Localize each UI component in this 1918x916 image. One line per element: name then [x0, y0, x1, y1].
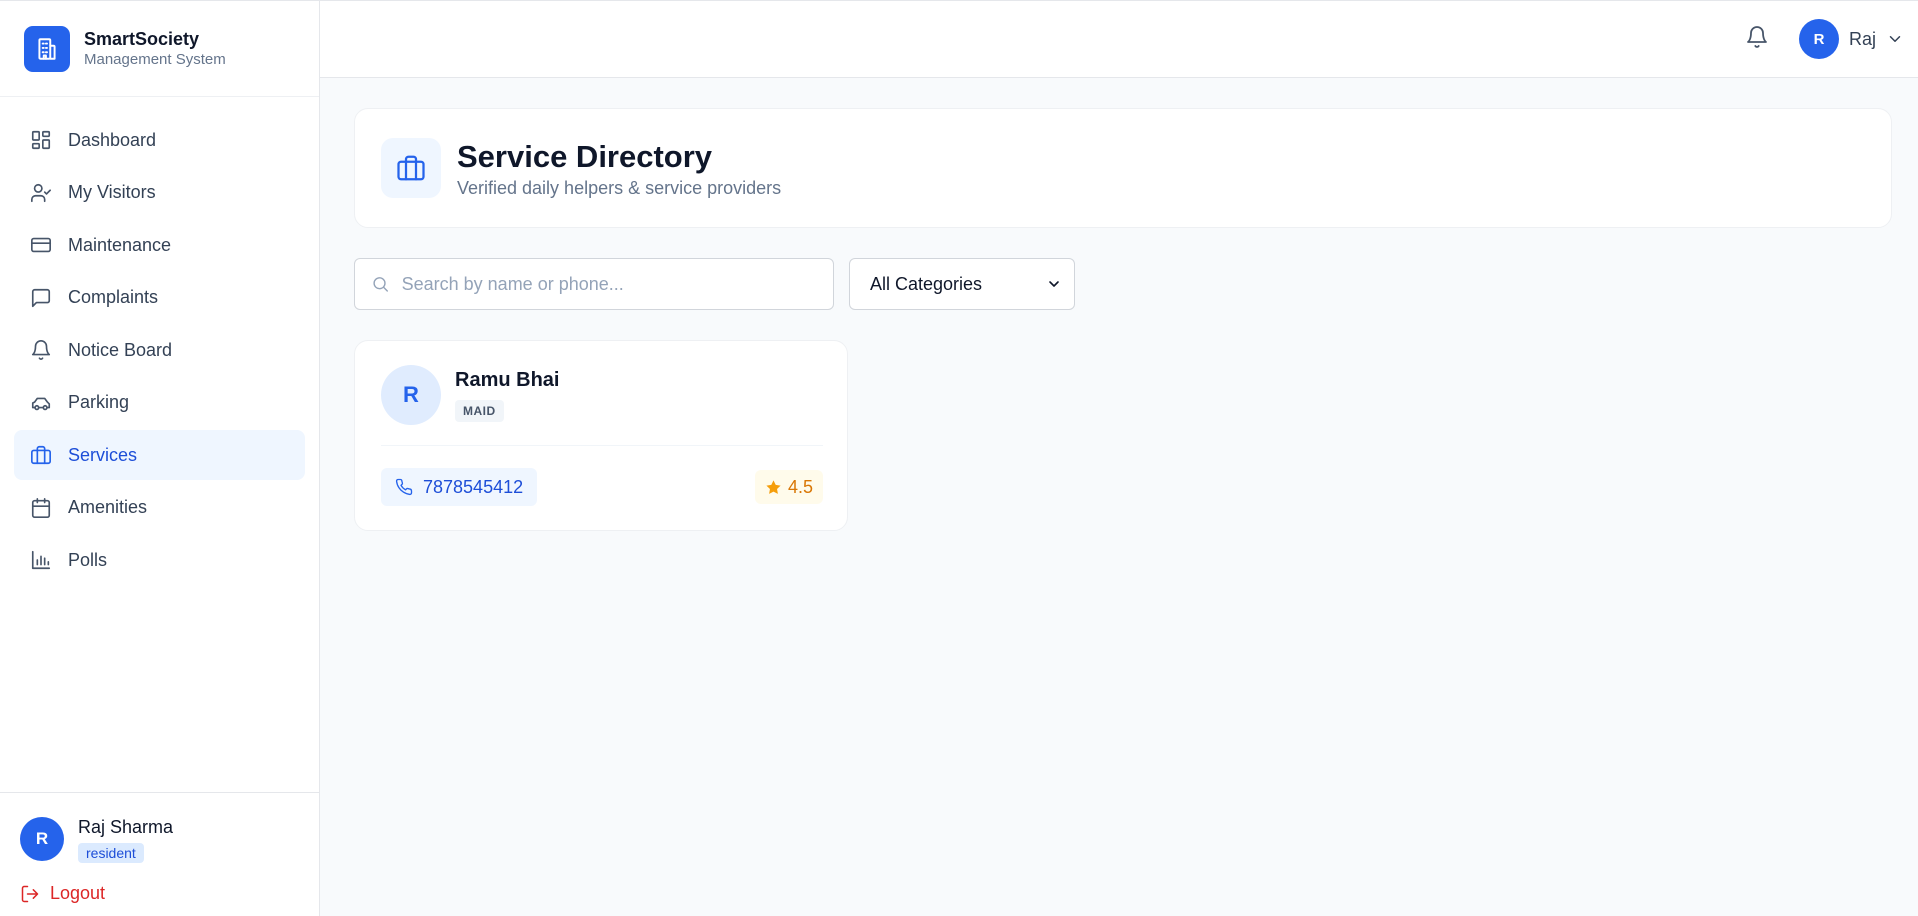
bar-chart-icon — [31, 550, 51, 570]
car-icon — [31, 397, 51, 410]
briefcase-icon — [381, 138, 441, 198]
notifications-button[interactable] — [1745, 25, 1769, 54]
chevron-down-icon — [1049, 281, 1059, 287]
grid-icon — [31, 130, 51, 150]
phone-number: 7878545412 — [423, 476, 524, 497]
service-name: Ramu Bhai — [455, 368, 560, 391]
filters: All Categories — [354, 258, 1892, 310]
sidebar-item-polls[interactable]: Polls — [14, 535, 305, 585]
search-box — [354, 258, 834, 310]
credit-card-icon — [31, 237, 51, 253]
page-title: Service Directory — [457, 138, 713, 174]
category-select[interactable]: All Categories — [849, 258, 1075, 310]
sidebar-footer: R Raj Sharma resident Logout — [0, 792, 319, 916]
sidebar-item-label: Notice Board — [68, 339, 173, 360]
sidebar-item-label: Polls — [68, 549, 108, 570]
avatar: R — [1798, 19, 1839, 59]
app-root: SmartSociety Management System Dashboard… — [0, 0, 1918, 916]
sidebar-item-maintenance[interactable]: Maintenance — [14, 220, 305, 270]
sidebar-item-label: Parking — [68, 392, 130, 412]
sidebar-user: R Raj Sharma resident — [20, 815, 299, 863]
sidebar-nav: Dashboard My Visitors Maintenance Compla… — [0, 97, 319, 792]
service-card: R Ramu Bhai MAID 7878545412 4.5 — [354, 340, 848, 531]
star-icon — [766, 479, 781, 494]
user-menu-name: Raj — [1848, 28, 1876, 49]
logout-label: Logout — [50, 883, 106, 903]
brand-name: SmartSociety — [84, 28, 200, 49]
bell-icon — [1747, 25, 1767, 48]
bell-icon — [31, 340, 51, 360]
service-list: R Ramu Bhai MAID 7878545412 4.5 — [354, 340, 1892, 531]
phone-icon — [395, 478, 413, 496]
main: R Raj Service Directory Verified daily h… — [320, 1, 1918, 916]
sidebar-item-label: Complaints — [68, 287, 159, 307]
sidebar-item-parking[interactable]: Parking — [14, 378, 305, 428]
search-icon — [373, 277, 388, 292]
sidebar-item-label: Maintenance — [68, 234, 172, 255]
sidebar-item-amenities[interactable]: Amenities — [14, 483, 305, 533]
brand-tagline: Management System — [84, 50, 226, 68]
sidebar-item-label: Amenities — [68, 497, 148, 517]
sidebar-item-my-visitors[interactable]: My Visitors — [14, 168, 305, 218]
service-avatar: R — [381, 365, 441, 425]
page-subtitle: Verified daily helpers & service provide… — [457, 177, 782, 198]
brand: SmartSociety Management System — [0, 1, 319, 97]
sidebar-item-complaints[interactable]: Complaints — [14, 273, 305, 323]
category-select-value: All Categories — [870, 273, 983, 294]
call-button[interactable]: 7878545412 — [381, 468, 538, 506]
logout-button[interactable]: Logout — [20, 883, 299, 904]
rating-value: 4.5 — [787, 476, 813, 497]
sidebar-item-dashboard[interactable]: Dashboard — [14, 115, 305, 165]
role-badge: resident — [78, 843, 144, 863]
rating-badge: 4.5 — [754, 470, 823, 504]
page-header: Service Directory Verified daily helpers… — [354, 108, 1892, 228]
user-menu-button[interactable]: R Raj — [1798, 19, 1904, 59]
page-content: Service Directory Verified daily helpers… — [320, 78, 1918, 531]
briefcase-icon — [31, 445, 51, 465]
topbar: R Raj — [320, 1, 1918, 78]
sidebar-item-label: Dashboard — [68, 129, 157, 150]
sidebar-item-services[interactable]: Services — [14, 430, 305, 480]
sidebar: SmartSociety Management System Dashboard… — [0, 1, 320, 916]
user-name: Raj Sharma — [78, 817, 174, 837]
user-check-icon — [31, 183, 51, 202]
calendar-icon — [31, 497, 51, 518]
category-badge: MAID — [455, 399, 504, 422]
avatar: R — [20, 817, 64, 861]
sidebar-item-label: Services — [68, 444, 138, 465]
building-icon[interactable] — [24, 25, 70, 72]
logout-icon — [21, 885, 39, 902]
chevron-down-icon — [1889, 36, 1901, 42]
message-square-icon — [31, 288, 51, 307]
search-input[interactable] — [401, 273, 817, 295]
sidebar-item-label: My Visitors — [68, 182, 156, 202]
sidebar-item-notice-board[interactable]: Notice Board — [14, 325, 305, 375]
